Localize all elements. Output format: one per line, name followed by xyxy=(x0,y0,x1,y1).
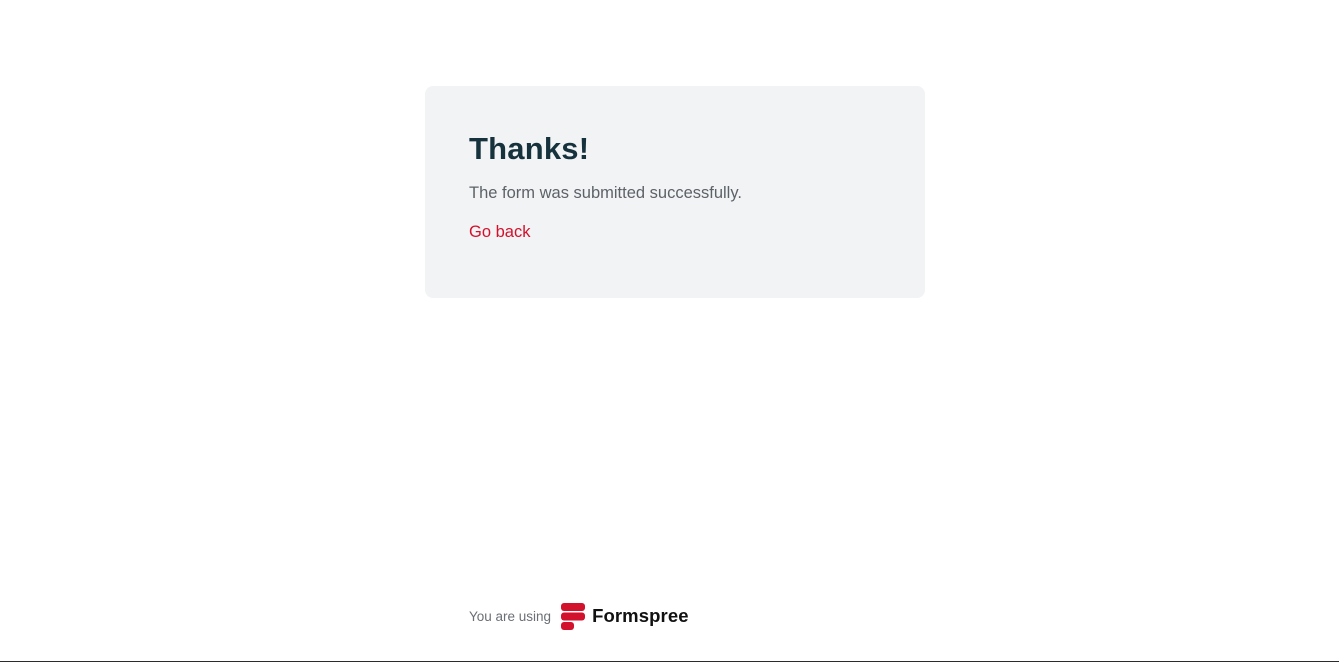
success-message: The form was submitted successfully. xyxy=(469,184,742,202)
footer: You are using Formspree xyxy=(469,602,689,630)
page: Thanks! The form was submitted successfu… xyxy=(0,0,1339,662)
confirmation-card: Thanks! The form was submitted successfu… xyxy=(425,86,925,298)
go-back-link[interactable]: Go back xyxy=(469,221,530,243)
footer-prefix: You are using xyxy=(469,608,552,624)
brand-name[interactable]: Formspree xyxy=(592,605,689,627)
formspree-logo-icon[interactable] xyxy=(561,602,586,630)
page-title: Thanks! xyxy=(469,131,590,166)
